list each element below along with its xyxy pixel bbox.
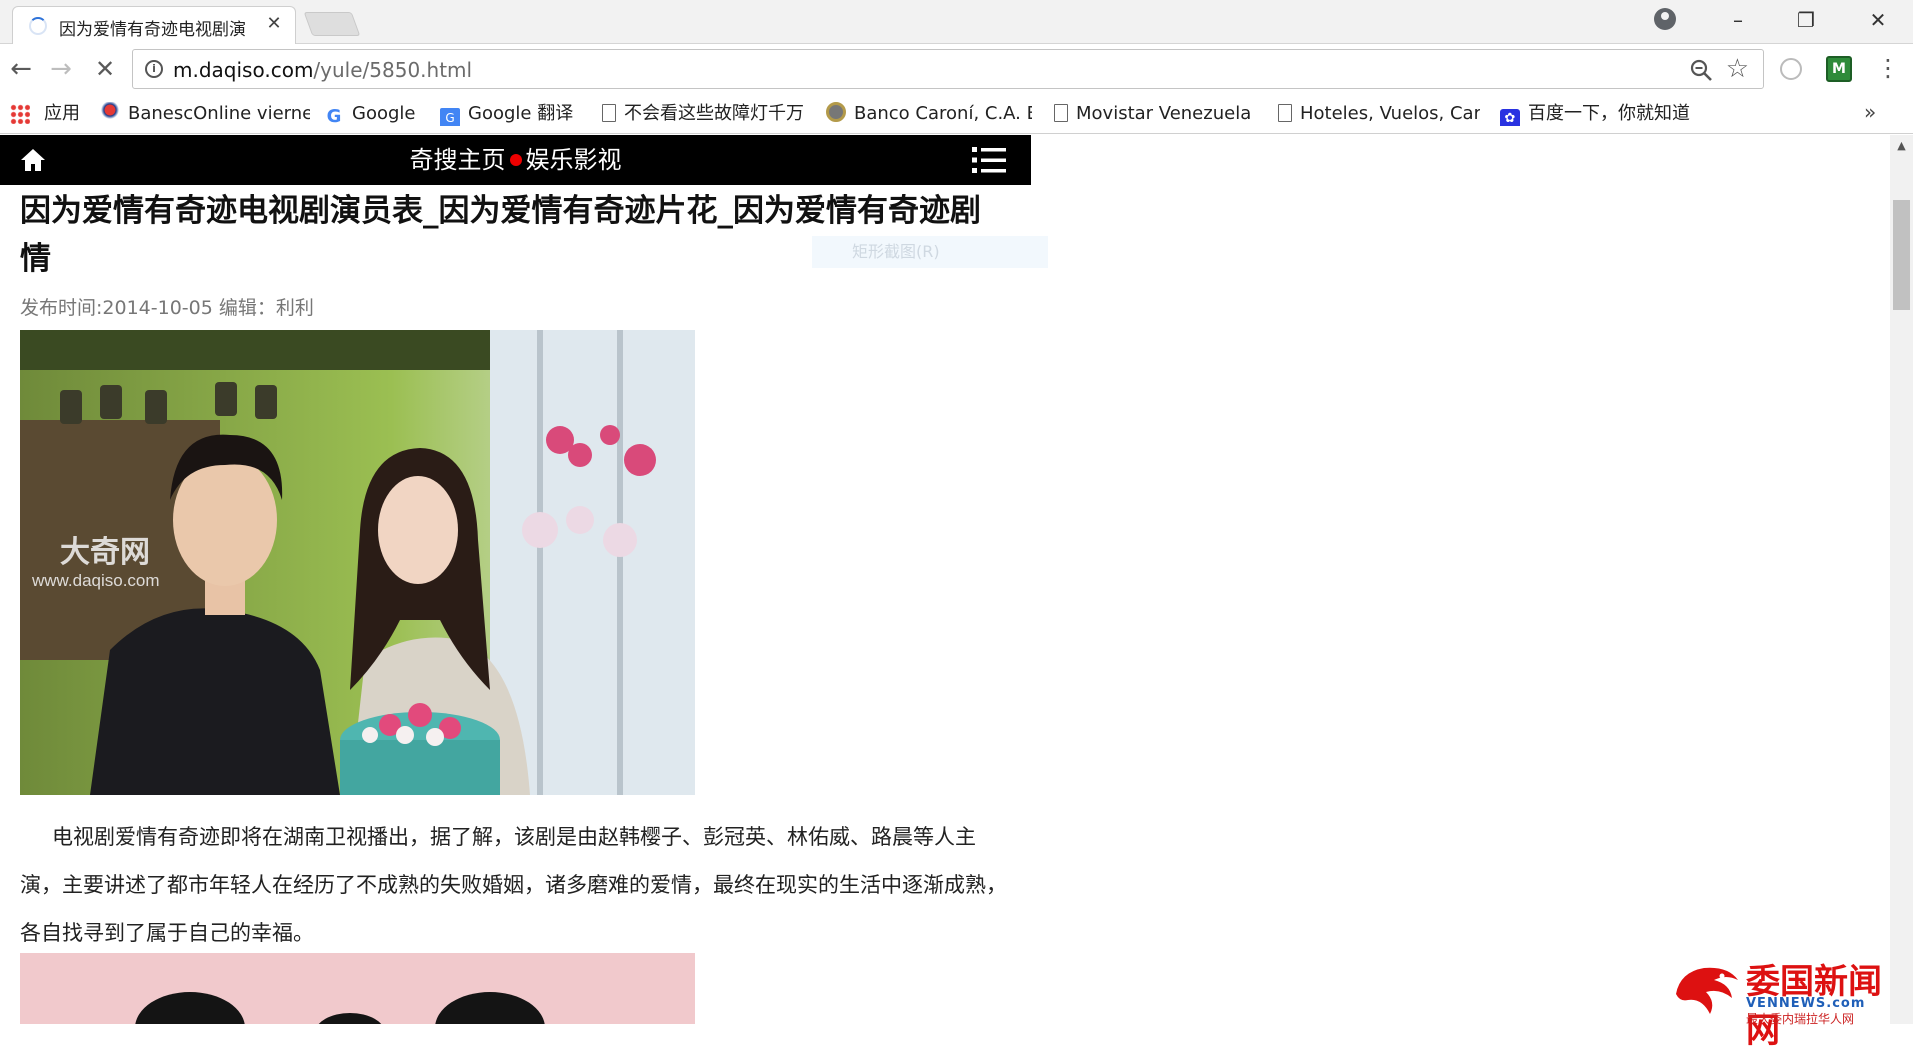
bookmarks-overflow-chevron-icon[interactable]: » — [1864, 100, 1876, 124]
bookmark-label: Google — [352, 103, 416, 124]
close-window-button[interactable]: ✕ — [1850, 0, 1906, 40]
site-header: 奇搜主页 娱乐影视 — [0, 135, 1031, 185]
bookmark-apps[interactable]: 应用 — [44, 102, 84, 126]
watermark-subtitle: 最大委内瑞拉华人网 — [1746, 1012, 1855, 1026]
stop-loading-icon[interactable]: ✕ — [88, 52, 122, 86]
bookmark-label: 不会看这些故障灯千万 — [624, 103, 804, 124]
loading-spinner-icon — [29, 17, 47, 35]
menu-list-icon[interactable] — [972, 146, 1006, 174]
bookmark-baidu[interactable]: ✿ 百度一下，你就知道 — [1500, 102, 1710, 126]
browser-toolbar: ← → ✕ i m.daqiso.com/yule/5850.html ☆ M … — [0, 44, 1913, 94]
bookmark-label: 百度一下，你就知道 — [1528, 103, 1690, 124]
page-icon — [602, 104, 616, 122]
page-scrollbar[interactable]: ▲ — [1890, 135, 1913, 1024]
site-info-icon[interactable]: i — [145, 60, 163, 78]
bookmark-google-translate[interactable]: G Google 翻译 — [440, 102, 588, 126]
scroll-up-arrow-icon[interactable]: ▲ — [1890, 139, 1913, 157]
bookmark-google[interactable]: G Google — [324, 102, 428, 126]
article-meta: 发布时间:2014-10-05 编辑：利利 — [20, 297, 314, 319]
tab-title: 因为爱情有奇迹电视剧演 — [59, 20, 246, 40]
google-icon: G — [326, 106, 342, 127]
site-watermark: 委国新闻网 VENNEWS.com 最大委内瑞拉华人网 — [1670, 952, 1913, 1051]
page-icon — [1054, 104, 1068, 122]
tab-strip: 因为爱情有奇迹电视剧演 ✕ – ❐ ✕ — [0, 0, 1913, 44]
profile-icon[interactable] — [1654, 8, 1676, 30]
watermark-url: VENNEWS.com — [1746, 996, 1866, 1011]
bookmark-banco-caroni[interactable]: Banco Caroní, C.A. B — [826, 102, 1032, 126]
bookmark-star-icon[interactable]: ☆ — [1726, 54, 1749, 84]
url-host: m.daqiso.com — [173, 58, 314, 82]
tab-close-icon[interactable]: ✕ — [263, 13, 285, 35]
bookmark-label: Movistar Venezuela — [1076, 103, 1252, 124]
bookmark-label: BanescOnline vierne — [128, 103, 310, 124]
new-tab-button[interactable] — [303, 12, 361, 36]
bookmark-banesco[interactable]: BanescOnline vierne — [100, 102, 310, 126]
url-path: /yule/5850.html — [313, 58, 473, 82]
zoom-icon[interactable] — [1689, 58, 1713, 82]
bookmark-label: Hoteles, Vuelos, Car — [1300, 103, 1480, 124]
translate-icon: G — [440, 108, 460, 126]
extension-search-icon[interactable] — [1780, 58, 1802, 80]
address-bar[interactable]: i m.daqiso.com/yule/5850.html ☆ — [132, 49, 1764, 89]
bookmark-label: Banco Caroní, C.A. B — [854, 103, 1032, 124]
article-title: 因为爱情有奇迹电视剧演员表_因为爱情有奇迹片花_因为爱情有奇迹剧情 — [20, 193, 981, 277]
active-tab[interactable]: 因为爱情有奇迹电视剧演 ✕ — [12, 6, 296, 44]
bookmarks-bar: 应用 BanescOnline vierne G Google G Google 翻… — [0, 94, 1913, 134]
forward-arrow-icon[interactable]: → — [44, 52, 78, 86]
apps-grid-icon[interactable] — [10, 104, 30, 124]
restore-button[interactable]: ❐ — [1778, 0, 1834, 40]
page-viewport: 奇搜主页 娱乐影视 矩形截图(R) 因为爱情有奇迹电视剧演员表_因为爱情有奇迹片花… — [0, 135, 1890, 1024]
bookmark-movistar[interactable]: Movistar Venezuela — [1054, 102, 1256, 126]
banesco-icon — [100, 102, 120, 122]
home-icon[interactable] — [20, 147, 46, 173]
bookmark-label: Google 翻译 — [468, 103, 574, 124]
baidu-paw-icon: ✿ — [1500, 109, 1520, 126]
article-paragraph: 电视剧爱情有奇迹即将在湖南卫视播出，据了解，该剧是由赵韩樱子、彭冠英、林佑威、路… — [20, 825, 1007, 945]
photo-watermark-title: 大奇网 — [60, 536, 150, 569]
article-photo: 大奇网 www.daqiso.com — [20, 330, 695, 795]
bookmark-page-1[interactable]: 不会看这些故障灯千万 — [602, 102, 808, 126]
bookmark-hoteles[interactable]: Hoteles, Vuelos, Car — [1278, 102, 1480, 126]
nav-entertainment-link[interactable]: 娱乐影视 — [526, 146, 622, 174]
nav-separator-dot-icon — [509, 154, 522, 166]
scroll-thumb[interactable] — [1893, 200, 1910, 310]
site-nav: 奇搜主页 娱乐影视 — [0, 135, 1031, 185]
nav-home-link[interactable]: 奇搜主页 — [410, 146, 506, 174]
extension-shield-icon[interactable]: M — [1826, 56, 1852, 82]
url-text[interactable]: m.daqiso.com/yule/5850.html — [173, 58, 472, 82]
back-arrow-icon[interactable]: ← — [4, 52, 38, 86]
dragon-logo-icon — [1676, 967, 1738, 1014]
bank-icon — [826, 102, 846, 122]
page-icon — [1278, 104, 1292, 122]
browser-menu-icon[interactable]: ⋮ — [1876, 54, 1900, 84]
minimize-button[interactable]: – — [1710, 0, 1766, 40]
photo-watermark-url: www.daqiso.com — [31, 571, 160, 590]
article-photo-2 — [20, 953, 695, 1024]
